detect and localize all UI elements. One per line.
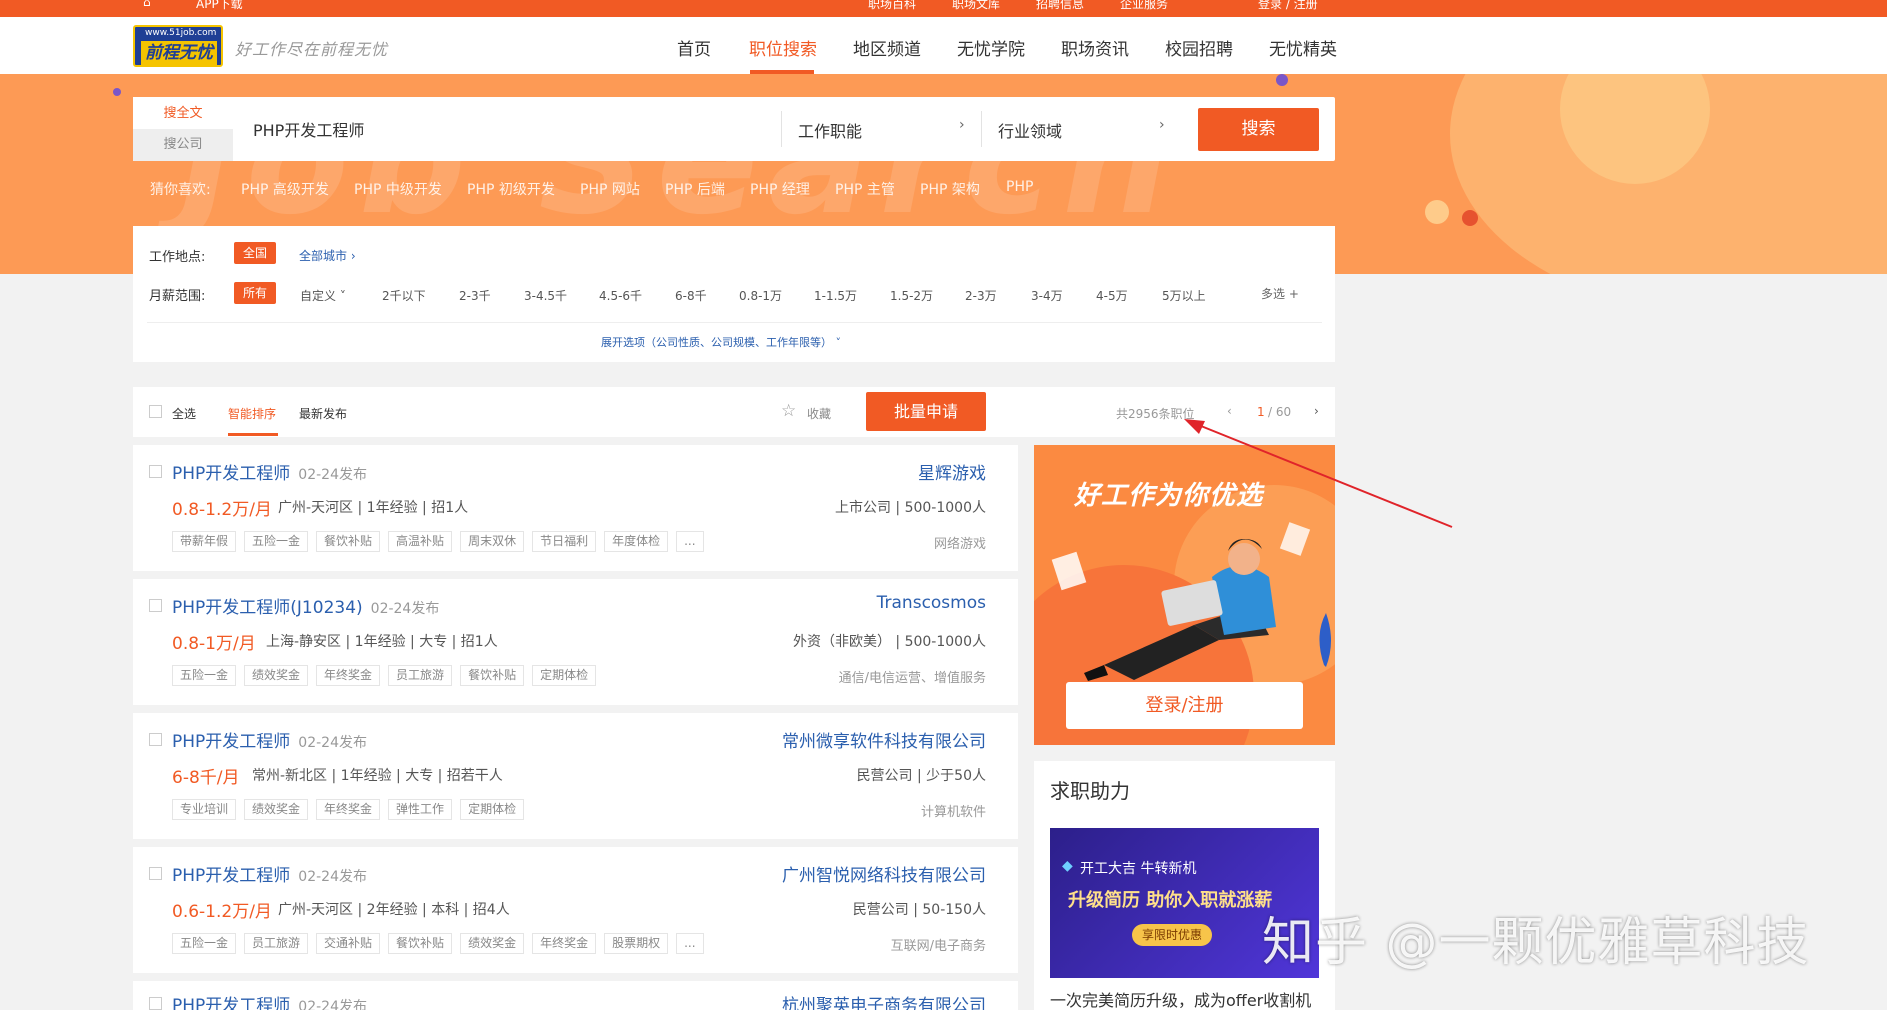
zhihu-watermark: 知乎 @一颗优雅草科技 <box>1262 913 1810 973</box>
red-annotation-arrow <box>1184 419 1453 528</box>
